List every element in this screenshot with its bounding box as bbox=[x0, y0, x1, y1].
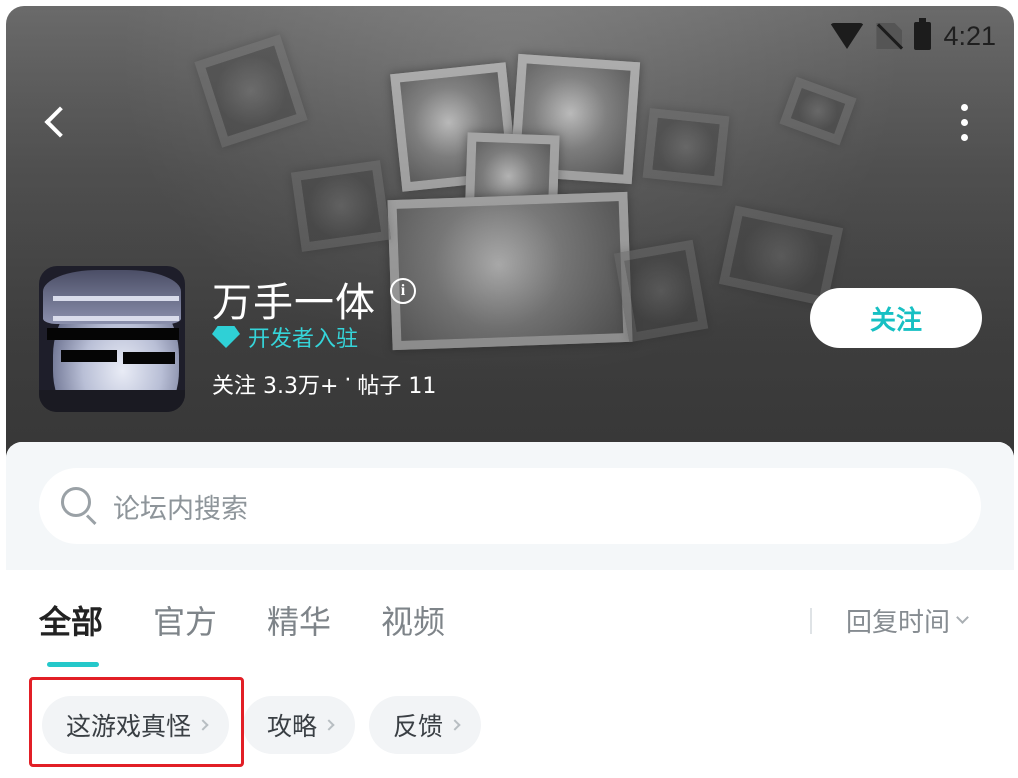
chevron-down-icon bbox=[956, 611, 969, 624]
followers-count: 关注 3.3万+ bbox=[212, 374, 339, 399]
search-input[interactable]: 论坛内搜索 bbox=[39, 468, 981, 544]
status-time: 4:21 bbox=[943, 20, 996, 51]
follow-button[interactable]: 关注 bbox=[810, 288, 982, 348]
chip-label: 攻略 bbox=[267, 712, 318, 741]
stats-separator: · bbox=[344, 368, 352, 393]
tab-featured[interactable]: 精华 bbox=[267, 597, 331, 641]
chevron-right-icon bbox=[197, 719, 209, 731]
active-tab-indicator bbox=[47, 662, 99, 667]
posts-count: 帖子 11 bbox=[357, 374, 437, 399]
chevron-right-icon bbox=[449, 719, 461, 731]
chevron-right-icon bbox=[323, 719, 335, 731]
search-icon bbox=[61, 487, 99, 526]
chip-guides[interactable]: 攻略 bbox=[243, 696, 356, 754]
sim-no-signal-icon bbox=[876, 23, 904, 50]
sort-label: 回复时间 bbox=[846, 608, 951, 638]
more-vertical-icon bbox=[960, 103, 968, 111]
profile-stats: 关注 3.3万+ · 帖子 11 bbox=[212, 368, 436, 400]
forum-screen: 4:21 万手一体 i 开发者入驻 关注 3.3万+ · 帖子 11 关注 论坛… bbox=[6, 6, 1014, 778]
tab-video[interactable]: 视频 bbox=[381, 597, 445, 641]
tab-all[interactable]: 全部 bbox=[39, 597, 103, 641]
battery-icon bbox=[914, 18, 932, 50]
chip-label: 反馈 bbox=[393, 712, 444, 741]
sort-divider bbox=[810, 608, 812, 634]
sort-dropdown[interactable]: 回复时间 bbox=[846, 602, 969, 639]
more-options-button[interactable] bbox=[944, 92, 984, 152]
chip-weird-game[interactable]: 这游戏真怪 bbox=[42, 696, 230, 754]
developer-badge-label: 开发者入驻 bbox=[248, 327, 359, 352]
topic-chips: 这游戏真怪 攻略 反馈 bbox=[42, 696, 482, 754]
developer-badge: 开发者入驻 bbox=[212, 320, 369, 354]
forum-tabs: 全部 官方 精华 视频 bbox=[39, 597, 445, 641]
status-bar: 4:21 bbox=[830, 18, 996, 52]
chip-label: 这游戏真怪 bbox=[66, 712, 192, 741]
wifi-icon bbox=[830, 23, 865, 49]
search-placeholder: 论坛内搜索 bbox=[113, 493, 248, 525]
chevron-left-icon bbox=[44, 106, 76, 138]
chip-feedback[interactable]: 反馈 bbox=[369, 696, 482, 754]
avatar[interactable] bbox=[39, 266, 185, 412]
forum-content: 论坛内搜索 全部 官方 精华 视频 回复时间 这游戏真怪 攻略 反馈 bbox=[6, 442, 1014, 778]
info-icon[interactable]: i bbox=[390, 278, 416, 304]
tab-official[interactable]: 官方 bbox=[153, 597, 217, 641]
back-button[interactable] bbox=[32, 92, 80, 152]
header-banner: 4:21 万手一体 i 开发者入驻 关注 3.3万+ · 帖子 11 关注 bbox=[6, 6, 1014, 476]
diamond-icon bbox=[212, 326, 240, 348]
search-area: 论坛内搜索 bbox=[6, 442, 1014, 570]
